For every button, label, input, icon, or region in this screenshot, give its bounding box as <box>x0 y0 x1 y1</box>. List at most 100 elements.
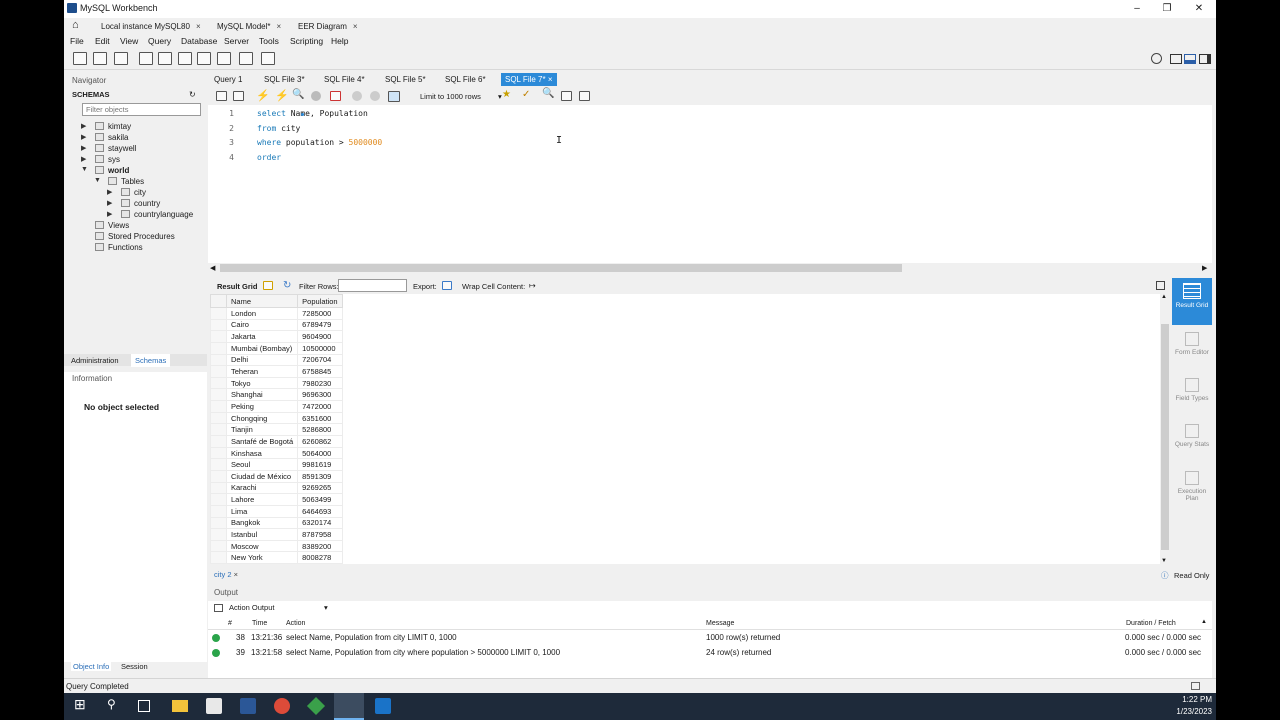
filter-objects-input[interactable]: Filter objects <box>82 103 201 116</box>
cell-name[interactable]: Bangkok <box>225 516 299 530</box>
inspector-icon[interactable] <box>114 52 128 65</box>
close-button[interactable]: ✕ <box>1184 2 1214 16</box>
table-row[interactable]: Chongqing 6351600 <box>210 411 344 425</box>
new-sql-tab-icon[interactable] <box>73 52 87 65</box>
table-row[interactable]: Tokyo 7980230 <box>210 376 344 390</box>
toggle-continue-on-error-icon[interactable] <box>330 91 341 101</box>
cell-name[interactable]: Karachi <box>225 481 299 495</box>
table-row[interactable]: Seoul 9981619 <box>210 458 344 471</box>
execute-current-icon[interactable]: ⚡ <box>275 89 289 102</box>
commit-icon[interactable] <box>352 91 362 101</box>
cell-population[interactable]: 7206704 <box>297 353 344 367</box>
cell-name[interactable]: Shanghai <box>225 388 299 402</box>
menu-server[interactable]: Server <box>224 36 249 46</box>
row-header[interactable] <box>210 551 227 565</box>
settings-gear-icon[interactable] <box>1151 53 1162 64</box>
tab-eer-diagram[interactable]: EER Diagram × <box>298 20 358 34</box>
table-row[interactable]: Teheran 6758845 <box>210 365 344 378</box>
query-stats-button[interactable]: Query Stats <box>1172 422 1212 462</box>
form-editor-button[interactable]: Form Editor <box>1172 330 1212 370</box>
cell-population[interactable]: 5063499 <box>297 493 344 506</box>
app-icon[interactable] <box>306 696 326 716</box>
autocommit-icon[interactable] <box>388 91 400 102</box>
table-row[interactable]: Santafé de Bogotá 6260862 <box>210 435 344 448</box>
stop-icon[interactable] <box>311 91 321 101</box>
rollback-icon[interactable] <box>370 91 380 101</box>
menu-view[interactable]: View <box>120 36 138 46</box>
field-types-button[interactable]: Field Types <box>1172 376 1212 416</box>
menu-help[interactable]: Help <box>331 36 348 46</box>
row-header[interactable] <box>210 435 227 448</box>
cell-population[interactable]: 8787958 <box>297 528 344 541</box>
tab-sql-file-6[interactable]: SQL File 6* <box>441 73 490 86</box>
toggle-sidebar-icon[interactable] <box>1170 54 1182 64</box>
output-row[interactable]: 39 13:21:58 select Name, Population from… <box>208 646 1212 660</box>
tab-local-instance[interactable]: Local instance MySQL80 × <box>101 20 201 34</box>
expand-arrow-icon[interactable]: ▶ <box>81 122 86 130</box>
tab-session[interactable]: Session <box>121 662 148 671</box>
status-panel-icon[interactable] <box>1191 682 1200 690</box>
invisible-chars-icon[interactable] <box>561 91 572 101</box>
mysql-workbench-taskbar-icon[interactable] <box>334 693 364 720</box>
beautify-icon[interactable]: ✓ <box>522 89 530 100</box>
cell-population[interactable]: 9269265 <box>297 481 344 495</box>
close-icon[interactable]: × <box>277 22 282 31</box>
cell-name[interactable]: Moscow <box>225 539 299 553</box>
schema-world[interactable]: ▼ world <box>81 166 129 175</box>
cell-population[interactable]: 6464693 <box>297 504 344 518</box>
table-row[interactable]: Ciudad de México 8591309 <box>210 469 344 483</box>
export-icon[interactable] <box>442 281 452 290</box>
tab-sql-file-4[interactable]: SQL File 4* <box>320 73 369 86</box>
result-grid-button[interactable]: Result Grid <box>1172 278 1212 325</box>
expand-arrow-icon[interactable]: ▶ <box>81 144 86 152</box>
cell-population[interactable]: 6320174 <box>297 516 344 530</box>
cell-name[interactable]: Seoul <box>225 458 299 471</box>
create-function-icon[interactable] <box>217 52 231 65</box>
row-header[interactable] <box>210 528 227 541</box>
explain-icon[interactable]: 🔍 <box>292 89 304 100</box>
schema-staywell[interactable]: ▶ staywell <box>81 144 136 153</box>
scroll-left-icon[interactable]: ◀ <box>210 264 215 272</box>
row-header[interactable] <box>210 376 227 390</box>
cell-name[interactable]: Peking <box>225 400 299 413</box>
cell-population[interactable]: 9696300 <box>297 388 344 402</box>
tab-sql-file-3[interactable]: SQL File 3* <box>260 73 309 86</box>
row-header[interactable] <box>210 423 227 437</box>
refresh-icon[interactable]: ↻ <box>283 280 291 291</box>
limit-rows-select[interactable]: Limit to 1000 rows ▾ <box>420 90 506 103</box>
tab-schemas[interactable]: Schemas <box>131 354 171 367</box>
cell-population[interactable]: 8591309 <box>297 469 344 483</box>
table-row[interactable]: Cairo 6789479 <box>210 318 344 332</box>
row-header[interactable] <box>210 446 227 460</box>
menu-tools[interactable]: Tools <box>259 36 279 46</box>
windows-start-icon[interactable]: ⊞ <box>74 696 90 712</box>
cell-name[interactable]: Tianjin <box>225 423 299 437</box>
table-row[interactable]: Lahore 5063499 <box>210 493 344 506</box>
row-header[interactable] <box>210 318 227 332</box>
execution-plan-button[interactable]: Execution Plan <box>1172 469 1212 509</box>
cell-name[interactable]: Santafé de Bogotá <box>225 435 299 448</box>
close-icon[interactable]: × <box>353 22 358 31</box>
table-row[interactable]: Mumbai (Bombay) 10500000 <box>210 341 344 355</box>
column-header-name[interactable]: Name <box>225 294 299 308</box>
execute-icon[interactable]: ⚡ <box>256 89 270 102</box>
cell-population[interactable]: 6260862 <box>297 435 344 448</box>
scrollbar-thumb[interactable] <box>1161 324 1169 550</box>
task-view-icon[interactable] <box>138 700 150 712</box>
create-procedure-icon[interactable] <box>197 52 211 65</box>
cell-population[interactable]: 6758845 <box>297 365 344 378</box>
filter-rows-input[interactable] <box>338 279 407 292</box>
expand-arrow-icon[interactable]: ▶ <box>81 155 86 163</box>
chrome-icon[interactable] <box>274 698 290 714</box>
grid-icon[interactable] <box>263 281 273 290</box>
table-row[interactable]: Lima 6464693 <box>210 504 344 518</box>
cell-name[interactable]: Chongqing <box>225 411 299 425</box>
table-row[interactable]: Bangkok 6320174 <box>210 516 344 530</box>
tab-query-1[interactable]: Query 1 <box>210 73 246 86</box>
cell-name[interactable]: Lahore <box>225 493 299 506</box>
menu-file[interactable]: File <box>70 36 84 46</box>
cell-population[interactable]: 9604900 <box>297 330 344 343</box>
cell-name[interactable]: Cairo <box>225 318 299 332</box>
scroll-down-icon[interactable]: ▼ <box>1161 558 1167 564</box>
refresh-icon[interactable]: ↻ <box>189 90 196 99</box>
